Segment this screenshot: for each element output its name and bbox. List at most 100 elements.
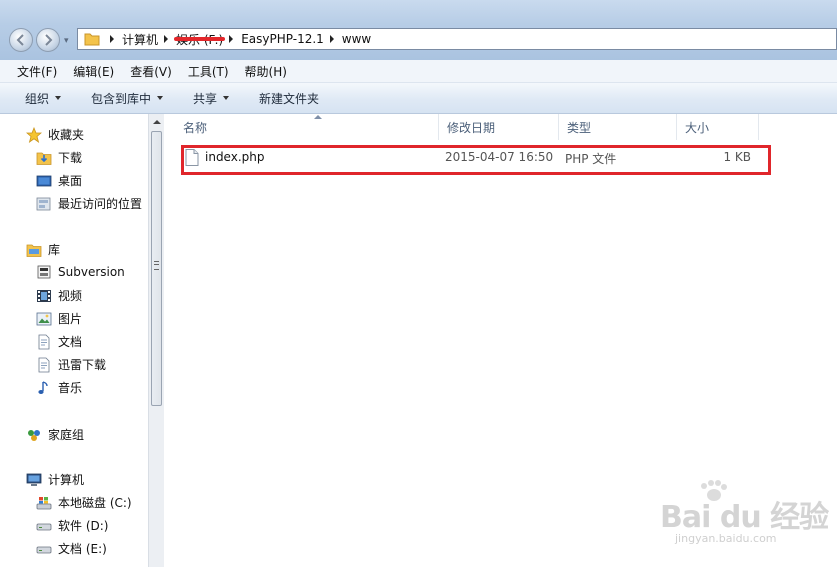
column-header-label: 类型 (567, 120, 592, 135)
watermark-url: jingyan.baidu.com (675, 532, 777, 545)
recent-pages-dropdown[interactable]: ▾ (64, 36, 69, 46)
share-button[interactable]: 共享 (193, 90, 230, 107)
nav-favorites-label: 收藏夹 (48, 128, 85, 142)
document-icon (38, 334, 50, 349)
column-header-size[interactable]: 大小 (677, 114, 759, 140)
nav-item-recent-places[interactable]: 最近访问的位置 (36, 195, 142, 212)
nav-item-drive-e[interactable]: 文档 (E:) (36, 540, 107, 557)
system-drive-icon (36, 496, 52, 509)
nav-item-thunder-downloads[interactable]: 迅雷下载 (36, 356, 106, 373)
back-arrow-icon (16, 34, 24, 46)
include-in-library-label: 包含到库中 (91, 91, 152, 106)
menu-view[interactable]: 查看(V) (122, 63, 180, 80)
breadcrumb-computer[interactable]: 计算机 (122, 31, 158, 48)
menu-help[interactable]: 帮助(H) (237, 63, 295, 80)
nav-item-drive-d[interactable]: 软件 (D:) (36, 517, 108, 534)
column-header-name[interactable]: 名称 (175, 114, 439, 140)
forward-button[interactable] (36, 28, 60, 52)
nav-favorites[interactable]: 收藏夹 (26, 126, 84, 143)
column-header-type[interactable]: 类型 (559, 114, 677, 140)
star-icon (26, 126, 42, 143)
download-folder-icon (36, 152, 52, 165)
forward-arrow-icon (45, 34, 53, 46)
breadcrumb-separator-icon[interactable] (229, 35, 234, 43)
new-folder-label: 新建文件夹 (259, 91, 320, 106)
breadcrumb-easyphp[interactable]: EasyPHP-12.1 (241, 32, 324, 46)
organize-button[interactable]: 组织 (25, 90, 62, 107)
menu-tools[interactable]: 工具(T) (180, 63, 237, 80)
document-icon (38, 357, 50, 372)
desktop-icon (36, 175, 52, 186)
nav-item-label: 下载 (58, 151, 83, 165)
nav-homegroup-label: 家庭组 (48, 428, 85, 442)
command-bar: 组织 包含到库中 共享 新建文件夹 (0, 83, 837, 114)
breadcrumb-separator-icon[interactable] (329, 35, 334, 43)
navigation-scrollbar[interactable] (148, 114, 164, 567)
nav-homegroup[interactable]: 家庭组 (26, 426, 84, 443)
picture-icon (36, 312, 52, 325)
nav-item-desktop[interactable]: 桌面 (36, 172, 82, 189)
nav-libraries-label: 库 (48, 243, 61, 257)
nav-item-subversion[interactable]: Subversion (36, 264, 125, 280)
homegroup-icon (28, 429, 40, 441)
chevron-down-icon (55, 96, 62, 100)
folder-icon (84, 33, 100, 46)
nav-item-label: 图片 (58, 312, 83, 326)
computer-icon (26, 473, 42, 486)
column-header-label: 名称 (183, 120, 208, 135)
scrollbar-thumb[interactable] (151, 131, 162, 406)
recent-places-icon (36, 197, 51, 210)
nav-item-label: Subversion (58, 265, 125, 279)
column-header-label: 大小 (685, 120, 710, 135)
library-icon (26, 244, 42, 257)
file-name[interactable]: index.php (205, 150, 264, 164)
menu-edit[interactable]: 编辑(E) (65, 63, 122, 80)
title-bar: ▾ 计算机 娱乐 (F:) EasyPHP-12.1 www (0, 0, 837, 60)
breadcrumb-separator-icon[interactable] (164, 35, 169, 43)
file-type: PHP 文件 (565, 152, 617, 166)
breadcrumb-separator-icon[interactable] (110, 35, 114, 43)
nav-computer-label: 计算机 (48, 473, 85, 487)
nav-item-music[interactable]: 音乐 (36, 379, 82, 396)
chevron-down-icon (157, 96, 164, 100)
new-folder-button[interactable]: 新建文件夹 (259, 90, 319, 107)
nav-item-downloads[interactable]: 下载 (36, 149, 82, 166)
nav-item-label: 桌面 (58, 174, 83, 188)
nav-item-label: 音乐 (58, 381, 83, 395)
organize-label: 组织 (25, 91, 50, 106)
nav-computer[interactable]: 计算机 (26, 471, 84, 488)
column-header-date[interactable]: 修改日期 (439, 114, 559, 140)
breadcrumb-drive[interactable]: 娱乐 (F:) (174, 31, 226, 48)
scroll-up-icon[interactable] (153, 120, 161, 124)
file-date-modified: 2015-04-07 16:50 (445, 150, 554, 164)
nav-libraries[interactable]: 库 (26, 241, 60, 258)
grip-icon (154, 261, 159, 270)
nav-item-label: 最近访问的位置 (58, 197, 143, 211)
nav-item-label: 文档 (58, 335, 83, 349)
nav-item-videos[interactable]: 视频 (36, 287, 82, 304)
address-bar[interactable]: 计算机 娱乐 (F:) EasyPHP-12.1 www (77, 28, 837, 50)
video-icon (37, 289, 51, 302)
nav-item-label: 文档 (E:) (58, 542, 107, 556)
menu-file[interactable]: 文件(F) (0, 63, 65, 80)
music-icon (38, 380, 48, 394)
nav-item-label: 视频 (58, 289, 83, 303)
navigation-pane: 收藏夹 下载 桌面 最近访问的位置 库 Subversion 视频 图片 文档 … (0, 114, 148, 567)
chevron-down-icon (223, 96, 230, 100)
breadcrumb-www[interactable]: www (342, 32, 371, 46)
menu-bar: 文件(F) 编辑(E) 查看(V) 工具(T) 帮助(H) (0, 60, 837, 83)
file-row[interactable]: index.php 2015-04-07 16:50 PHP 文件 1 KB (181, 147, 769, 169)
share-label: 共享 (193, 91, 218, 106)
sort-ascending-icon (314, 115, 322, 119)
nav-item-pictures[interactable]: 图片 (36, 310, 82, 327)
php-file-icon (185, 149, 199, 166)
nav-item-label: 本地磁盘 (C:) (58, 496, 132, 510)
watermark-brand: Bai du 经验 (660, 500, 829, 535)
include-in-library-button[interactable]: 包含到库中 (91, 90, 164, 107)
baidu-jingyan-watermark: Bai du 经验 jingyan.baidu.com (640, 480, 830, 560)
file-size: 1 KB (723, 150, 751, 164)
nav-item-drive-c[interactable]: 本地磁盘 (C:) (36, 494, 132, 511)
back-button[interactable] (9, 28, 33, 52)
column-header-label: 修改日期 (447, 120, 496, 135)
nav-item-documents[interactable]: 文档 (36, 333, 82, 350)
